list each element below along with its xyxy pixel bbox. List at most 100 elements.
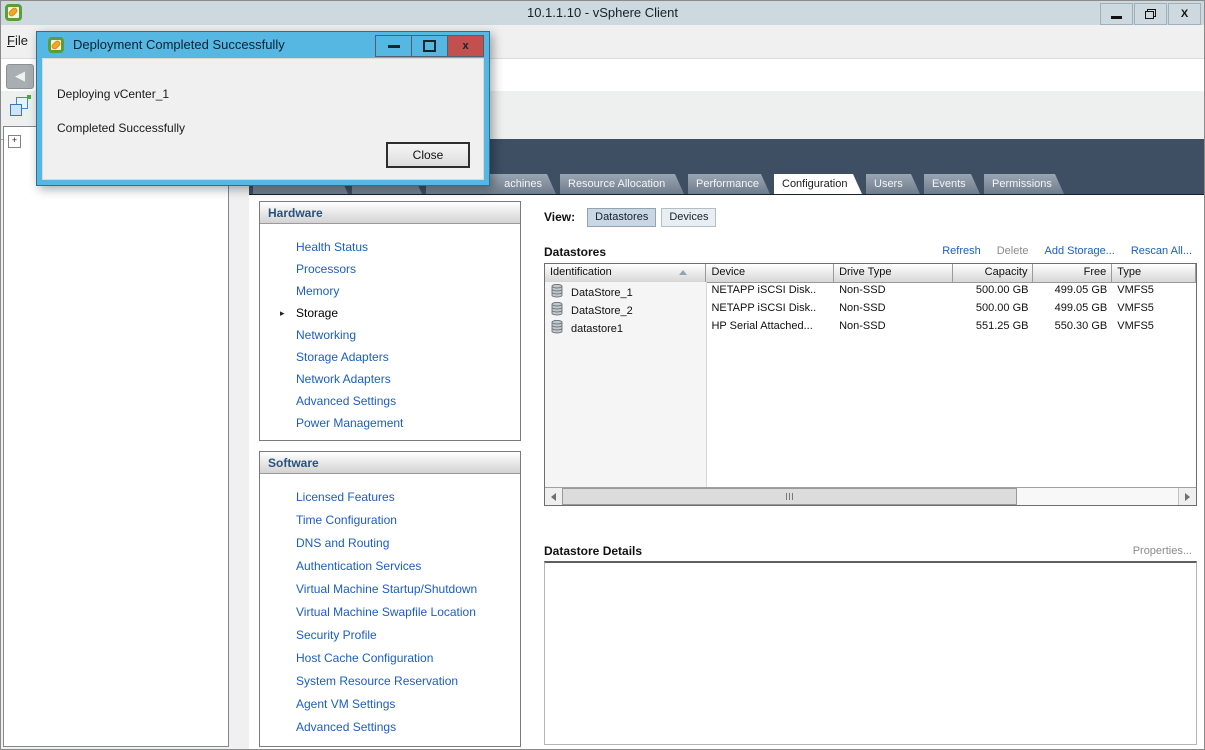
cell-drive-type: Non-SSD bbox=[839, 284, 885, 296]
window-restore-button[interactable] bbox=[1134, 3, 1167, 25]
sidebar-item-authentication-services[interactable]: Authentication Services bbox=[260, 555, 520, 578]
dialog-maximize-button[interactable] bbox=[411, 36, 447, 56]
window-close-button[interactable]: X bbox=[1168, 3, 1201, 25]
back-button[interactable]: ◀ bbox=[6, 64, 34, 89]
sidebar-item-licensed-features[interactable]: Licensed Features bbox=[260, 486, 520, 509]
inventory-icon[interactable] bbox=[10, 97, 32, 119]
sidebar-item-storage[interactable]: Storage bbox=[260, 302, 520, 324]
tab-label: achines bbox=[504, 178, 542, 190]
sidebar-item-processors[interactable]: Processors bbox=[260, 258, 520, 280]
scroll-right-icon bbox=[1185, 493, 1190, 501]
column-label: Drive Type bbox=[839, 266, 891, 278]
inventory-tree-panel: + bbox=[3, 126, 229, 747]
sidebar-item-power-management[interactable]: Power Management bbox=[260, 412, 520, 434]
hardware-panel-header: Hardware bbox=[260, 202, 520, 224]
action-delete[interactable]: Delete bbox=[997, 245, 1029, 257]
sidebar-item-storage-adapters[interactable]: Storage Adapters bbox=[260, 346, 520, 368]
column-header-capacity[interactable]: Capacity bbox=[953, 264, 1034, 282]
sidebar-item-health-status[interactable]: Health Status bbox=[260, 236, 520, 258]
column-header-identification[interactable]: Identification bbox=[545, 264, 706, 282]
dialog-close-button[interactable]: x bbox=[447, 36, 483, 56]
sidebar-item-dns-and-routing[interactable]: DNS and Routing bbox=[260, 532, 520, 555]
sidebar-item-networking[interactable]: Networking bbox=[260, 324, 520, 346]
sort-ascending-icon bbox=[679, 270, 687, 275]
view-button-devices[interactable]: Devices bbox=[661, 208, 716, 227]
sidebar-item-system-resource-reservation[interactable]: System Resource Reservation bbox=[260, 670, 520, 693]
column-header-device[interactable]: Device bbox=[706, 264, 834, 282]
tab-label: Permissions bbox=[984, 174, 1064, 190]
datastore-icon bbox=[551, 284, 564, 300]
tree-expander-icon[interactable]: + bbox=[8, 135, 21, 148]
close-button[interactable]: Close bbox=[386, 142, 470, 168]
table-row-datastore1[interactable]: datastore1HP Serial Attached...Non-SSD55… bbox=[545, 318, 1196, 336]
tab-performance[interactable]: Performance bbox=[688, 174, 770, 194]
window-minimize-button[interactable] bbox=[1100, 3, 1133, 25]
view-row: View: Datastores Devices bbox=[544, 207, 721, 227]
sidebar-item-agent-vm-settings[interactable]: Agent VM Settings bbox=[260, 693, 520, 716]
minimize-icon bbox=[388, 45, 400, 48]
view-button-datastores[interactable]: Datastores bbox=[587, 208, 656, 227]
menu-file[interactable]: File bbox=[7, 33, 28, 48]
cell-identification: DataStore_2 bbox=[571, 305, 633, 317]
cell-capacity: 500.00 GB bbox=[976, 302, 1029, 314]
configuration-pane: Hardware Health StatusProcessorsMemorySt… bbox=[249, 195, 1204, 749]
table-row-datastore-1[interactable]: DataStore_1 NETAPP iSCSI Disk.. Non-SSD 500… bbox=[545, 282, 1196, 300]
cell-identification: datastore1 bbox=[571, 323, 623, 335]
action-refresh[interactable]: Refresh bbox=[942, 245, 981, 257]
column-label: Capacity bbox=[985, 266, 1028, 278]
maximize-icon bbox=[423, 40, 436, 52]
view-label: View: bbox=[544, 210, 575, 224]
cell-identification: DataStore_1 bbox=[571, 287, 633, 299]
vsphere-dialog-icon bbox=[48, 37, 64, 53]
hardware-panel: Hardware Health StatusProcessorsMemorySt… bbox=[259, 201, 521, 441]
action-rescan-all[interactable]: Rescan All... bbox=[1131, 245, 1192, 257]
window-titlebar: 10.1.1.10 - vSphere Client X bbox=[1, 1, 1204, 26]
sidebar-item-time-configuration[interactable]: Time Configuration bbox=[260, 509, 520, 532]
horizontal-scrollbar[interactable] bbox=[545, 487, 1196, 505]
sidebar-item-security-profile[interactable]: Security Profile bbox=[260, 624, 520, 647]
tab-label: Users bbox=[866, 174, 920, 190]
tab-users[interactable]: Users bbox=[866, 174, 920, 194]
datastores-heading: Datastores bbox=[544, 245, 606, 259]
tab-configuration[interactable]: Configuration bbox=[774, 174, 862, 194]
dialog-titlebar: Deployment Completed Successfully x bbox=[37, 32, 489, 58]
datastore-details-area bbox=[544, 561, 1197, 745]
datastore-details-heading: Datastore Details bbox=[544, 544, 642, 558]
hardware-list: Health StatusProcessorsMemoryStorageNetw… bbox=[260, 236, 520, 434]
dialog-minimize-button[interactable] bbox=[376, 36, 411, 56]
cell-drive-type: Non-SSD bbox=[839, 302, 885, 314]
scroll-right-button[interactable] bbox=[1178, 488, 1196, 505]
sidebar-item-network-adapters[interactable]: Network Adapters bbox=[260, 368, 520, 390]
column-header-free[interactable]: Free bbox=[1033, 264, 1112, 282]
cell-type: VMFS5 bbox=[1117, 320, 1154, 332]
software-panel-header: Software bbox=[260, 452, 520, 474]
sidebar-item-virtual-machine-swapfile-location[interactable]: Virtual Machine Swapfile Location bbox=[260, 601, 520, 624]
cell-device: NETAPP iSCSI Disk.. bbox=[711, 284, 816, 296]
cell-type: VMFS5 bbox=[1117, 302, 1154, 314]
tab-resource-allocation[interactable]: Resource Allocation bbox=[560, 174, 684, 194]
table-header-row: Identification Device Drive Type Capacity Fr… bbox=[545, 264, 1196, 283]
restore-icon bbox=[1145, 9, 1156, 19]
tab-events[interactable]: Events bbox=[924, 174, 980, 194]
column-label: Type bbox=[1117, 266, 1141, 278]
tab-permissions[interactable]: Permissions bbox=[984, 174, 1064, 194]
scrollbar-thumb[interactable] bbox=[562, 488, 1017, 505]
properties-link[interactable]: Properties... bbox=[1133, 545, 1192, 557]
column-header-drive-type[interactable]: Drive Type bbox=[834, 264, 953, 282]
scroll-left-button[interactable] bbox=[545, 488, 563, 505]
sidebar-item-virtual-machine-startup-shutdown[interactable]: Virtual Machine Startup/Shutdown bbox=[260, 578, 520, 601]
cell-free: 499.05 GB bbox=[1055, 284, 1108, 296]
column-header-type[interactable]: Type bbox=[1112, 264, 1196, 282]
table-row-datastore-2[interactable]: DataStore_2NETAPP iSCSI Disk..Non-SSD500… bbox=[545, 300, 1196, 318]
sidebar-item-host-cache-configuration[interactable]: Host Cache Configuration bbox=[260, 647, 520, 670]
software-panel: Software Licensed FeaturesTime Configura… bbox=[259, 451, 521, 747]
sidebar-item-advanced-settings[interactable]: Advanced Settings bbox=[260, 390, 520, 412]
tab-label: Performance bbox=[688, 174, 770, 190]
cell-type: VMFS5 bbox=[1117, 284, 1154, 296]
action-add-storage[interactable]: Add Storage... bbox=[1045, 245, 1115, 257]
cell-capacity: 500.00 GB bbox=[976, 284, 1029, 296]
sidebar-item-advanced-settings[interactable]: Advanced Settings bbox=[260, 716, 520, 739]
column-label: Device bbox=[711, 266, 745, 278]
sidebar-item-memory[interactable]: Memory bbox=[260, 280, 520, 302]
column-label: Free bbox=[1084, 266, 1107, 278]
